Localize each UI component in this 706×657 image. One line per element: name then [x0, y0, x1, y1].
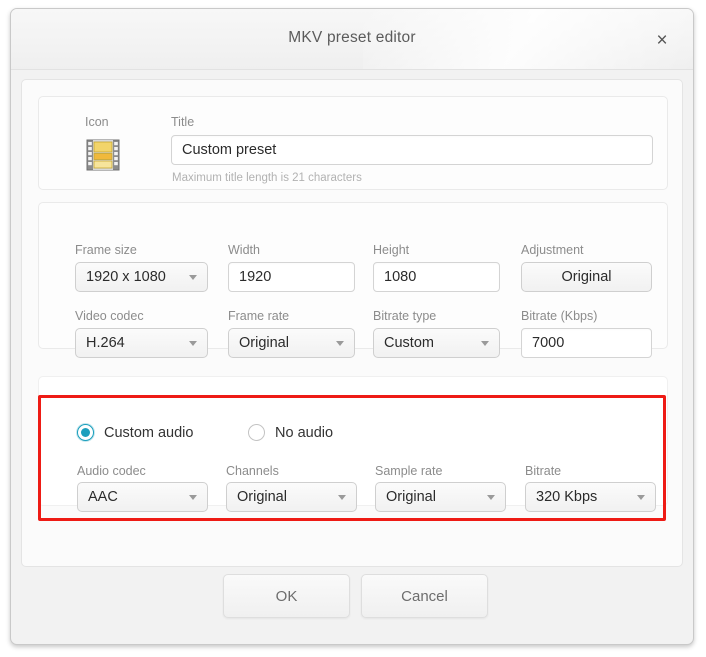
frame-rate-dropdown[interactable]: Original	[228, 328, 355, 358]
title-hint: Maximum title length is 21 characters	[172, 172, 362, 184]
video-codec-value: H.264	[86, 335, 125, 351]
frame-size-dropdown[interactable]: 1920 x 1080	[75, 262, 208, 292]
radio-custom-audio[interactable]: Custom audio	[77, 424, 193, 441]
bitrate-type-dropdown[interactable]: Custom	[373, 328, 500, 358]
video-codec-dropdown[interactable]: H.264	[75, 328, 208, 358]
width-input[interactable]: 1920	[228, 262, 355, 292]
channels-label: Channels	[226, 464, 279, 478]
ok-button[interactable]: OK	[223, 574, 350, 618]
chevron-down-icon	[481, 341, 489, 346]
radio-selected-icon	[77, 424, 94, 441]
chevron-down-icon	[487, 495, 495, 500]
frame-rate-label: Frame rate	[228, 309, 290, 323]
audio-bitrate-dropdown[interactable]: 320 Kbps	[525, 482, 656, 512]
channels-value: Original	[237, 489, 287, 505]
close-icon[interactable]: ×	[649, 27, 675, 53]
frame-size-value: 1920 x 1080	[86, 269, 166, 285]
chevron-down-icon	[336, 341, 344, 346]
bitrate-type-label: Bitrate type	[373, 309, 437, 323]
frame-size-label: Frame size	[75, 243, 137, 257]
radio-unselected-icon	[248, 424, 265, 441]
sample-rate-dropdown[interactable]: Original	[375, 482, 506, 512]
icon-label: Icon	[85, 115, 109, 129]
audio-codec-label: Audio codec	[77, 464, 146, 478]
chevron-down-icon	[189, 495, 197, 500]
frame-rate-value: Original	[239, 335, 289, 351]
adjustment-button[interactable]: Original	[521, 262, 652, 292]
title-field-label: Title	[171, 115, 195, 129]
sample-rate-label: Sample rate	[375, 464, 443, 478]
audio-bitrate-value: 320 Kbps	[536, 489, 598, 505]
chevron-down-icon	[189, 341, 197, 346]
height-input[interactable]: 1080	[373, 262, 500, 292]
video-bitrate-input[interactable]: 7000	[521, 328, 652, 358]
sample-rate-value: Original	[386, 489, 436, 505]
mkv-preset-editor-dialog: MKV preset editor × Icon Title Custom pr…	[10, 8, 694, 645]
dialog-title: MKV preset editor	[288, 29, 416, 46]
radio-no-audio[interactable]: No audio	[248, 424, 333, 441]
chevron-down-icon	[189, 275, 197, 280]
audio-bitrate-label: Bitrate	[525, 464, 562, 478]
chevron-down-icon	[637, 495, 645, 500]
chevron-down-icon	[338, 495, 346, 500]
audio-codec-dropdown[interactable]: AAC	[77, 482, 208, 512]
audio-codec-value: AAC	[88, 489, 118, 505]
radio-custom-audio-label: Custom audio	[104, 424, 194, 441]
dialog-titlebar: MKV preset editor ×	[11, 9, 693, 70]
title-input[interactable]: Custom preset	[171, 135, 653, 165]
video-codec-label: Video codec	[75, 309, 144, 323]
video-bitrate-label: Bitrate (Kbps)	[521, 309, 598, 323]
film-strip-icon	[85, 137, 121, 173]
channels-dropdown[interactable]: Original	[226, 482, 357, 512]
height-label: Height	[373, 243, 410, 257]
cancel-button[interactable]: Cancel	[361, 574, 488, 618]
bitrate-type-value: Custom	[384, 335, 434, 351]
width-label: Width	[228, 243, 260, 257]
adjustment-label: Adjustment	[521, 243, 584, 257]
radio-no-audio-label: No audio	[275, 424, 334, 441]
